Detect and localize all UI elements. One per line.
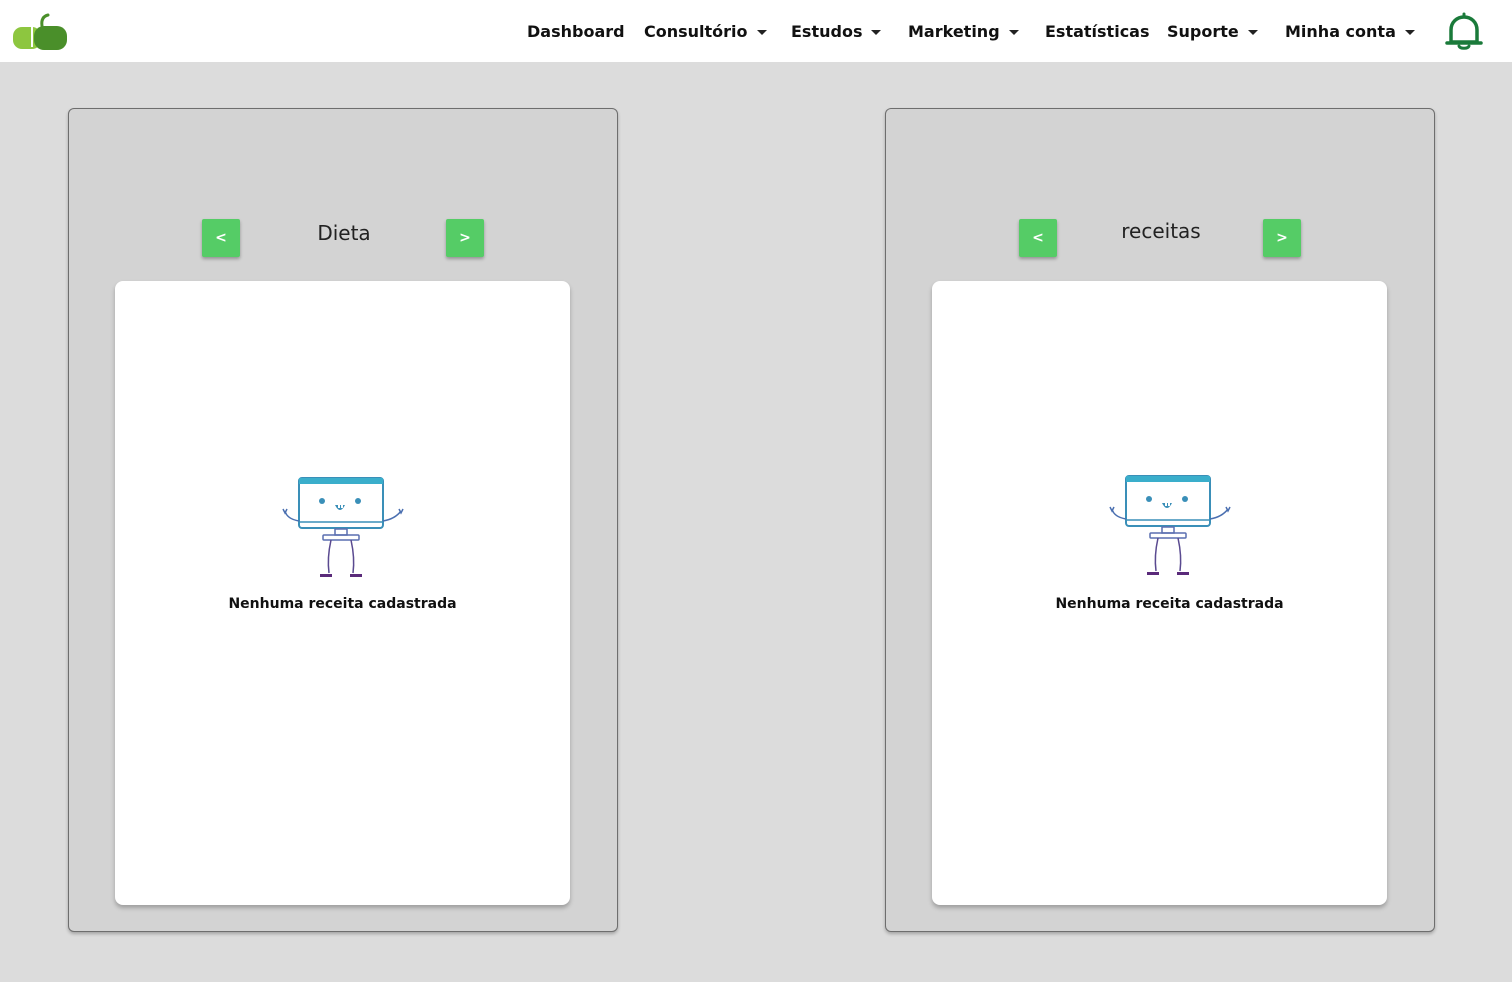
nav-item-label: Estatísticas (1045, 21, 1150, 41)
prev-button[interactable]: < (202, 219, 240, 257)
nav-item-label: Consultório (644, 21, 748, 41)
carousel-panel-receitas: < receitas > Nenhuma receita cadastrada (885, 108, 1435, 932)
caret-down-icon (1247, 29, 1258, 35)
content-card: Nenhuma receita cadastrada (115, 281, 570, 905)
empty-state-message: Nenhuma receita cadastrada (1055, 596, 1284, 612)
main-nav: Dashboard Consultório Estudos Marketing … (0, 0, 1512, 62)
nav-item-label: Dashboard (527, 21, 625, 41)
empty-state-message: Nenhuma receita cadastrada (228, 596, 457, 612)
caret-down-icon (756, 29, 767, 35)
nav-item-suporte[interactable]: Suporte (1167, 19, 1258, 43)
nav-item-estudos[interactable]: Estudos (791, 19, 882, 43)
nav-item-consultorio[interactable]: Consultório (644, 19, 767, 43)
next-button[interactable]: > (446, 219, 484, 257)
nav-item-label: Suporte (1167, 21, 1239, 41)
nav-item-estatisticas[interactable]: Estatísticas (1045, 19, 1150, 43)
next-button[interactable]: > (1263, 219, 1301, 257)
nav-item-label: Estudos (791, 21, 863, 41)
computer-mascot-icon (1109, 475, 1231, 575)
nav-item-dashboard[interactable]: Dashboard (527, 19, 625, 43)
caret-down-icon (871, 29, 882, 35)
caret-down-icon (1404, 29, 1415, 35)
panel-title: receitas (1121, 219, 1201, 243)
nav-item-label: Minha conta (1285, 21, 1396, 41)
nav-item-minha-conta[interactable]: Minha conta (1285, 19, 1415, 43)
content-card: Nenhuma receita cadastrada (932, 281, 1387, 905)
panel-title: Dieta (317, 221, 371, 245)
prev-button[interactable]: < (1019, 219, 1057, 257)
nav-item-label: Marketing (908, 21, 1000, 41)
computer-mascot-icon (282, 477, 404, 577)
bell-icon[interactable] (1444, 12, 1484, 52)
top-navbar: Dashboard Consultório Estudos Marketing … (0, 0, 1512, 62)
caret-down-icon (1008, 29, 1019, 35)
carousel-panel-dieta: < Dieta > Nenhuma receita cadastrada (68, 108, 618, 932)
nav-item-marketing[interactable]: Marketing (908, 19, 1019, 43)
